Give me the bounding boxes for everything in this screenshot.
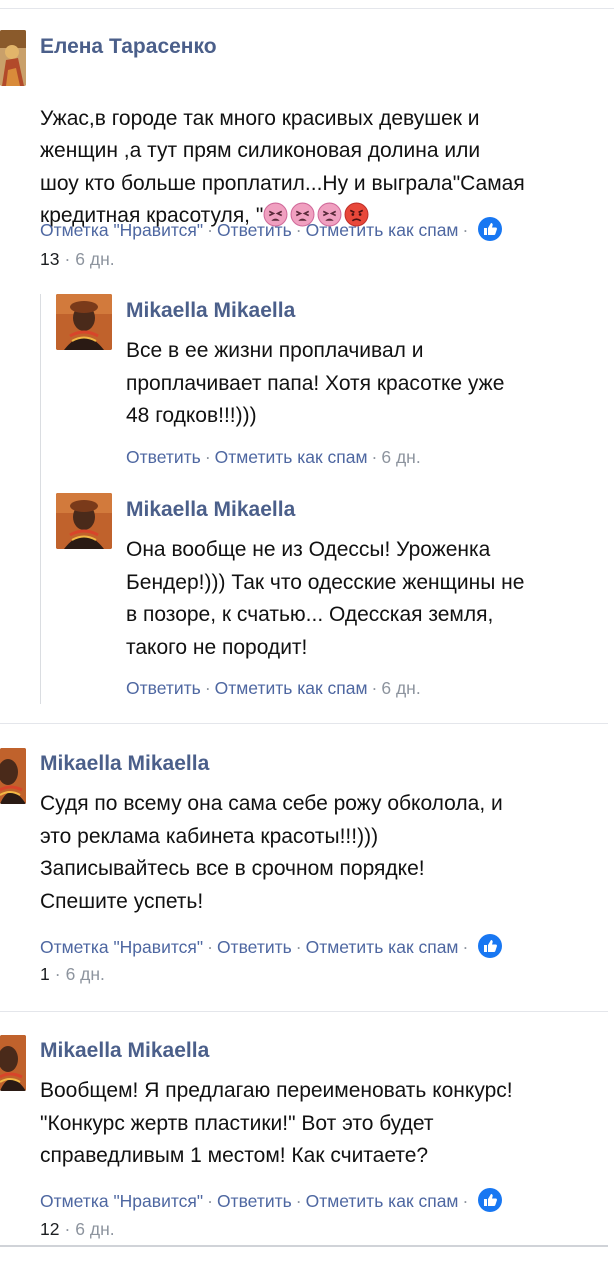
reaction-count[interactable]: 13	[40, 249, 59, 269]
separator-dot: ·	[204, 447, 211, 467]
avatar-portrait-icon	[0, 748, 26, 804]
reply-time[interactable]: 6 дн.	[381, 447, 420, 467]
like-thumb-icon[interactable]	[478, 217, 503, 241]
reply-thread-line	[40, 294, 41, 704]
like-link[interactable]: Отметка "Нравится"	[40, 220, 203, 240]
avatar-painting-icon	[0, 30, 26, 86]
reply-link[interactable]: Ответить	[217, 937, 292, 957]
comment-actions: Отметка "Нравится" · Ответить · Отметить как…	[40, 933, 503, 961]
comment-meta: 12 · 6 дн.	[40, 1215, 115, 1243]
comment-text: Ужас,в городе так много красивых девушек…	[40, 70, 610, 233]
mark-spam-link[interactable]: Отметить как спам	[306, 1191, 459, 1211]
mark-spam-link[interactable]: Отметить как спам	[215, 678, 368, 698]
comment-time[interactable]: 6 дн.	[75, 249, 114, 269]
separator-dot: ·	[371, 678, 378, 698]
comment: Mikaella Mikaella Судя по всему она сама…	[0, 724, 614, 1008]
comment-meta: 1 · 6 дн.	[40, 960, 105, 988]
avatar[interactable]	[56, 294, 112, 350]
like-thumb-icon[interactable]	[478, 1188, 503, 1212]
reply-text: Она вообще не из Одессы! Уроженка Бендер…	[126, 538, 525, 659]
reply-author[interactable]: Mikaella Mikaella	[126, 297, 295, 325]
separator-dot: ·	[207, 220, 213, 240]
like-link[interactable]: Отметка "Нравится"	[40, 937, 203, 957]
comment-actions: Отметка "Нравится" · Ответить · Отметить как…	[40, 1187, 503, 1215]
separator-dot: ·	[295, 937, 302, 957]
mark-spam-link[interactable]: Отметить как спам	[215, 447, 368, 467]
separator-dot: ·	[207, 1191, 213, 1211]
reply-link[interactable]: Ответить	[126, 447, 201, 467]
separator-dot: ·	[462, 220, 469, 240]
reply-link[interactable]: Ответить	[217, 1191, 292, 1211]
reply-actions: Ответить · Отметить как спам · 6 дн.	[126, 674, 421, 702]
reaction-count[interactable]: 1	[40, 964, 50, 984]
mark-spam-link[interactable]: Отметить как спам	[306, 220, 459, 240]
comment: Mikaella Mikaella Вообщем! Я предлагаю п…	[0, 1012, 614, 1252]
comment-author[interactable]: Елена Тарасенко	[40, 33, 217, 61]
comment-text: Судя по всему она сама себе рожу обколол…	[40, 792, 503, 913]
comment-author[interactable]: Mikaella Mikaella	[40, 1037, 209, 1065]
separator-dot: ·	[462, 937, 469, 957]
avatar-portrait-icon	[56, 493, 112, 549]
comment: Елена Тарасенко Ужас,в городе так много …	[0, 0, 614, 720]
avatar[interactable]	[56, 493, 112, 549]
reply-author[interactable]: Mikaella Mikaella	[126, 496, 295, 524]
reply-link[interactable]: Ответить	[217, 220, 292, 240]
reply-text: Все в ее жизни проплачивал и проплачивае…	[126, 339, 505, 427]
mark-spam-link[interactable]: Отметить как спам	[306, 937, 459, 957]
separator-dot: ·	[64, 249, 71, 269]
comment-time[interactable]: 6 дн.	[75, 1219, 114, 1239]
comment-author[interactable]: Mikaella Mikaella	[40, 750, 209, 778]
separator-dot: ·	[295, 220, 302, 240]
separator-dot: ·	[64, 1219, 71, 1239]
comment-time[interactable]: 6 дн.	[66, 964, 105, 984]
avatar[interactable]	[0, 30, 26, 86]
bottom-divider	[0, 1245, 608, 1247]
separator-dot: ·	[54, 964, 61, 984]
reaction-count[interactable]: 12	[40, 1219, 59, 1239]
separator-dot: ·	[204, 678, 211, 698]
avatar-portrait-icon	[56, 294, 112, 350]
comment-actions: Отметка "Нравится" · Ответить · Отметить как…	[40, 216, 503, 244]
separator-dot: ·	[371, 447, 378, 467]
like-thumb-icon[interactable]	[478, 934, 503, 958]
reply-link[interactable]: Ответить	[126, 678, 201, 698]
avatar[interactable]	[0, 748, 26, 804]
separator-dot: ·	[295, 1191, 302, 1211]
reply-time[interactable]: 6 дн.	[381, 678, 420, 698]
avatar-portrait-icon	[0, 1035, 26, 1091]
comment-text: Вообщем! Я предлагаю переименовать конку…	[40, 1079, 513, 1167]
avatar[interactable]	[0, 1035, 26, 1091]
separator-dot: ·	[207, 937, 213, 957]
separator-dot: ·	[462, 1191, 469, 1211]
reply-actions: Ответить · Отметить как спам · 6 дн.	[126, 443, 421, 471]
like-link[interactable]: Отметка "Нравится"	[40, 1191, 203, 1211]
comment-meta: 13 · 6 дн.	[40, 245, 115, 273]
